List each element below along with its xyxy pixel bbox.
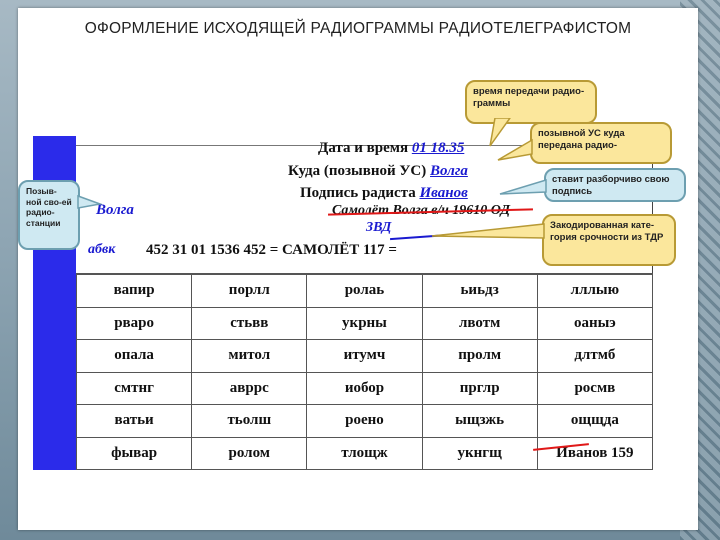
table-cell: укрны xyxy=(306,306,423,340)
table-cell: Иванов 159 xyxy=(536,436,654,470)
table-row: фывар ролом тлощж укнгщ Иванов 159 xyxy=(75,436,654,470)
table-cell: длтмб xyxy=(536,339,654,373)
table-cell: вапир xyxy=(75,274,193,308)
table-row: вапир порлл ролаь ьиьдз лллыю xyxy=(75,274,654,308)
callout-signature: ставит разборчиво свою подпись xyxy=(544,168,686,202)
table-cell: ролаь xyxy=(306,274,423,308)
table-cell: ыщзжь xyxy=(421,404,538,438)
category-code: ЗВД xyxy=(366,220,392,235)
service-line: 452 31 01 1536 452 = САМОЛЁТ 117 = xyxy=(146,242,397,258)
table-cell: ьиьдз xyxy=(421,274,538,308)
table-cell: роено xyxy=(306,404,423,438)
destination-label: Куда (позывной УС) xyxy=(288,163,427,179)
destination-row: Куда (позывной УС) Волга xyxy=(288,163,468,180)
table-cell: укнгщ xyxy=(421,436,538,470)
callout-pointer-signature xyxy=(499,178,547,195)
table-cell: ватьи xyxy=(75,404,193,438)
table-cell: лвотм xyxy=(421,306,538,340)
callout-pointer-destination xyxy=(497,138,533,161)
slide: ОФОРМЛЕНИЕ ИСХОДЯЩЕЙ РАДИОГРАММЫ РАДИОТЕ… xyxy=(18,8,698,530)
table-row: ватьи тьолш роено ыщзжь ощщда xyxy=(75,404,654,438)
table-cell: тлощж xyxy=(306,436,423,470)
text-groups-table: вапир порлл ролаь ьиьдз лллыю рваро стьвв укрны… xyxy=(75,274,654,470)
table-row: опала митол итумч пролм длтмб xyxy=(75,339,654,373)
destination-value: Волга xyxy=(430,163,468,179)
callout-pointer-category xyxy=(431,223,545,239)
table-cell: оаныэ xyxy=(536,306,654,340)
table-cell: порлл xyxy=(191,274,308,308)
table-cell: ролом xyxy=(191,436,308,470)
callout-destination-callsign: позывной УС куда передана радио- xyxy=(530,122,672,164)
table-cell: смтнг xyxy=(75,371,193,405)
table-cell: стьвв xyxy=(191,306,308,340)
datetime-row: Дата и время 01 18.35 xyxy=(318,140,464,157)
table-cell: опала xyxy=(75,339,193,373)
table-cell: лллыю xyxy=(536,274,654,308)
signature-value: Иванов xyxy=(419,185,468,201)
table-cell: иобор xyxy=(306,371,423,405)
callsign-line: абвк xyxy=(88,242,116,257)
table-cell: фывар xyxy=(75,436,193,470)
callout-pointer-own-station xyxy=(77,194,102,209)
slide-title: ОФОРМЛЕНИЕ ИСХОДЯЩЕЙ РАДИОГРАММЫ РАДИОТЕ… xyxy=(84,20,632,37)
callout-own-station-callsign: Позыв-ной сво-ей радио-станции xyxy=(18,180,80,250)
callout-urgency-category: Закодированная кате-гория срочности из Т… xyxy=(542,214,676,266)
table-row: смтнг авррс иобор прглр росмв xyxy=(75,371,654,405)
table-cell: пролм xyxy=(421,339,538,373)
datetime-label: Дата и время xyxy=(318,140,409,156)
signature-label: Подпись радиста xyxy=(300,185,416,201)
table-cell: митол xyxy=(191,339,308,373)
table-row: рваро стьвв укрны лвотм оаныэ xyxy=(75,306,654,340)
table-cell: авррс xyxy=(191,371,308,405)
table-cell: прглр xyxy=(421,371,538,405)
signature-row: Подпись радиста Иванов xyxy=(300,185,468,202)
table-cell: тьолш xyxy=(191,404,308,438)
table-cell: итумч xyxy=(306,339,423,373)
table-cell: росмв xyxy=(536,371,654,405)
table-cell: рваро xyxy=(75,306,193,340)
datetime-value: 01 18.35 xyxy=(411,140,465,156)
table-cell: ощщда xyxy=(536,404,654,438)
